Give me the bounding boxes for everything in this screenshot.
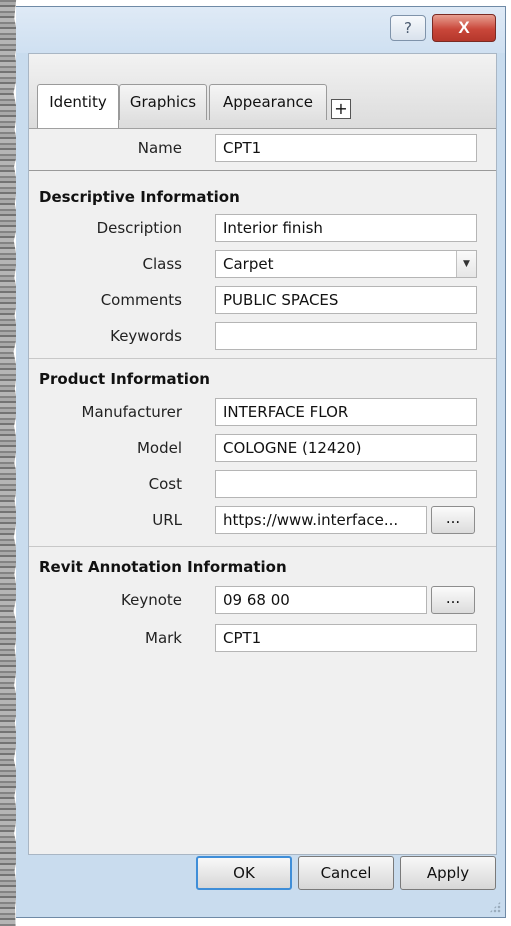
- manufacturer-label: Manufacturer: [81, 403, 183, 421]
- dialog-body: Identity Graphics Appearance + Name CPT1…: [28, 53, 497, 855]
- name-row: Name CPT1: [29, 134, 496, 162]
- cost-row: Cost: [29, 470, 496, 498]
- name-field[interactable]: CPT1: [215, 134, 477, 162]
- help-button[interactable]: ?: [390, 15, 426, 41]
- name-label: Name: [137, 139, 182, 157]
- close-button[interactable]: X: [432, 14, 496, 42]
- model-row: Model COLOGNE (12420): [29, 434, 496, 462]
- comments-field[interactable]: PUBLIC SPACES: [215, 286, 477, 314]
- cancel-button[interactable]: Cancel: [298, 856, 394, 890]
- mark-field[interactable]: CPT1: [215, 624, 477, 652]
- class-label: Class: [142, 255, 182, 273]
- class-dropdown[interactable]: Carpet ▼: [215, 250, 477, 278]
- section-product: Product Information: [39, 370, 210, 388]
- resize-grip-icon[interactable]: [489, 901, 501, 913]
- mark-label: Mark: [145, 629, 182, 647]
- description-label: Description: [96, 219, 182, 237]
- keynote-row: Keynote 09 68 00 ...: [29, 586, 496, 614]
- url-browse-button[interactable]: ...: [431, 506, 475, 534]
- manufacturer-row: Manufacturer INTERFACE FLOR: [29, 398, 496, 426]
- keywords-label: Keywords: [110, 327, 182, 345]
- divider: [29, 358, 496, 359]
- keywords-field[interactable]: [215, 322, 477, 350]
- comments-row: Comments PUBLIC SPACES: [29, 286, 496, 314]
- cost-field[interactable]: [215, 470, 477, 498]
- keynote-field[interactable]: 09 68 00: [215, 586, 427, 614]
- url-label: URL: [152, 511, 182, 529]
- dialog-window: ? X Identity Graphics Appearance + Name …: [16, 6, 506, 918]
- tab-identity[interactable]: Identity: [37, 84, 119, 128]
- comments-label: Comments: [100, 291, 182, 309]
- manufacturer-field[interactable]: INTERFACE FLOR: [215, 398, 477, 426]
- cost-label: Cost: [148, 475, 182, 493]
- section-revit-annotation: Revit Annotation Information: [39, 558, 287, 576]
- class-row: Class Carpet ▼: [29, 250, 496, 278]
- keynote-label: Keynote: [121, 591, 182, 609]
- model-field[interactable]: COLOGNE (12420): [215, 434, 477, 462]
- description-field[interactable]: Interior finish: [215, 214, 477, 242]
- divider: [29, 546, 496, 547]
- title-bar: ? X: [16, 7, 505, 53]
- description-row: Description Interior finish: [29, 214, 496, 242]
- tab-appearance[interactable]: Appearance: [209, 84, 327, 120]
- add-tab-button[interactable]: +: [331, 99, 351, 119]
- chevron-down-icon[interactable]: ▼: [456, 251, 476, 277]
- class-value: Carpet: [223, 255, 274, 273]
- section-descriptive: Descriptive Information: [39, 188, 240, 206]
- keynote-browse-button[interactable]: ...: [431, 586, 475, 614]
- ok-button[interactable]: OK: [196, 856, 292, 890]
- url-field[interactable]: https://www.interface...: [215, 506, 427, 534]
- divider: [29, 170, 496, 171]
- mark-row: Mark CPT1: [29, 624, 496, 652]
- tab-strip: Identity Graphics Appearance +: [29, 54, 496, 129]
- keywords-row: Keywords: [29, 322, 496, 350]
- apply-button[interactable]: Apply: [400, 856, 496, 890]
- model-label: Model: [136, 439, 182, 457]
- tab-graphics[interactable]: Graphics: [119, 84, 207, 120]
- url-row: URL https://www.interface... ...: [29, 506, 496, 534]
